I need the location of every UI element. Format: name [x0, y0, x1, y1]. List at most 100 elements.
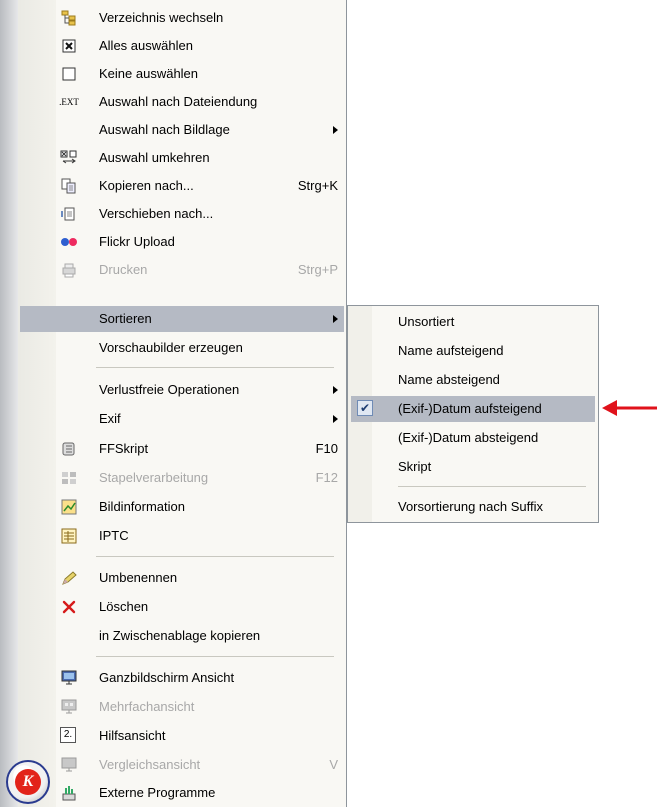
checkmark-icon: ✔ [357, 400, 373, 416]
menu-item-kopieren-nach[interactable]: Kopieren nach... Strg+K [20, 173, 344, 199]
submenu-item-unsortiert[interactable]: Unsortiert [351, 309, 595, 335]
menu-item-label: IPTC [99, 528, 129, 543]
menu-item-stapelverarbeitung[interactable]: Stapelverarbeitung F12 [20, 465, 344, 491]
external-programs-icon [60, 784, 78, 802]
menu-item-label: Vorschaubilder erzeugen [99, 340, 243, 355]
script-icon [60, 440, 78, 458]
submenu-item-name-aufsteigend[interactable]: Name aufsteigend [351, 338, 595, 364]
menu-item-alles-auswaehlen[interactable]: Alles auswählen [20, 33, 344, 59]
shortcut-label: Strg+K [297, 178, 338, 193]
menu-item-in-zwischenablage-kopieren[interactable]: in Zwischenablage kopieren [20, 623, 344, 649]
shortcut-label: F10 [315, 441, 338, 456]
helper-view-icon: 2. [60, 727, 76, 743]
menu-item-sortieren[interactable]: Sortieren [20, 306, 344, 332]
menu-item-label: Mehrfachansicht [99, 699, 195, 714]
menu-item-vergleichsansicht[interactable]: Vergleichsansicht V [20, 752, 344, 778]
menu-item-label: Flickr Upload [99, 234, 175, 249]
sort-submenu: Unsortiert Name aufsteigend Name absteig… [347, 305, 599, 523]
menu-item-auswahl-nach-dateiendung[interactable]: .EXT Auswahl nach Dateiendung [20, 89, 344, 115]
menu-item-keine-auswaehlen[interactable]: Keine auswählen [20, 61, 344, 87]
menu-separator [96, 556, 334, 557]
delete-x-icon [60, 598, 78, 616]
iptc-icon [60, 527, 78, 545]
menu-item-label: Auswahl umkehren [99, 150, 210, 165]
menu-item-auswahl-nach-bildlage[interactable]: Auswahl nach Bildlage [20, 117, 344, 143]
copy-to-icon [60, 177, 78, 195]
submenu-item-label: Name absteigend [398, 372, 500, 387]
move-to-icon [60, 205, 78, 223]
menu-item-label: Auswahl nach Dateiendung [99, 94, 258, 109]
flickr-icon [60, 233, 78, 251]
submenu-arrow-icon [333, 315, 338, 323]
menu-item-label: Alles auswählen [99, 38, 193, 53]
select-none-icon [60, 65, 78, 83]
menu-item-iptc[interactable]: IPTC [20, 523, 344, 549]
menu-item-umbenennen[interactable]: Umbenennen [20, 565, 344, 591]
app-logo: K [6, 760, 50, 804]
compare-view-icon [60, 756, 78, 774]
menu-item-vorschaubilder-erzeugen[interactable]: Vorschaubilder erzeugen [20, 335, 344, 361]
menu-item-auswahl-umkehren[interactable]: Auswahl umkehren [20, 145, 344, 171]
select-all-icon [60, 37, 78, 55]
submenu-item-label: Skript [398, 459, 432, 474]
submenu-separator [398, 486, 586, 487]
menu-item-label: Verschieben nach... [99, 206, 214, 221]
shortcut-label: Strg+P [297, 262, 338, 277]
fullscreen-monitor-icon [60, 669, 78, 687]
menu-item-hilfsansicht[interactable]: 2. Hilfsansicht [20, 723, 344, 749]
menu-item-externe-programme[interactable]: Externe Programme [20, 780, 344, 806]
logo-letter: K [15, 769, 41, 795]
menu-item-label: Vergleichsansicht [99, 757, 201, 772]
menu-item-flickr-upload[interactable]: Flickr Upload [20, 229, 344, 255]
menu-item-label: Hilfsansicht [99, 728, 166, 743]
shortcut-label: V [329, 757, 338, 772]
submenu-item-label: Vorsortierung nach Suffix [398, 499, 544, 514]
batch-icon [60, 469, 78, 487]
menu-item-label: Kopieren nach... [99, 178, 194, 193]
menu-item-verschieben-nach[interactable]: Verschieben nach... [20, 201, 344, 227]
menu-item-label: Auswahl nach Bildlage [99, 122, 230, 137]
menu-item-label: Verzeichnis wechseln [99, 10, 224, 25]
rename-pencil-icon [60, 569, 78, 587]
menu-item-label: Ganzbildschirm Ansicht [99, 670, 235, 685]
submenu-item-label: (Exif-)Datum absteigend [398, 430, 539, 445]
submenu-item-name-absteigend[interactable]: Name absteigend [351, 367, 595, 393]
menu-item-ffskript[interactable]: FFSkript F10 [20, 436, 344, 462]
folder-tree-icon [60, 9, 78, 27]
menu-item-label: Sortieren [99, 311, 152, 326]
menu-item-ganzbildschirm-ansicht[interactable]: Ganzbildschirm Ansicht [20, 665, 344, 691]
menu-item-label: Keine auswählen [99, 66, 199, 81]
menu-item-drucken[interactable]: Drucken Strg+P [20, 257, 344, 283]
menu-item-label: Verlustfreie Operationen [99, 382, 240, 397]
submenu-item-label: Unsortiert [398, 314, 455, 329]
menu-item-exif[interactable]: Exif [20, 406, 344, 432]
multi-view-icon [60, 698, 78, 716]
menu-item-mehrfachansicht[interactable]: Mehrfachansicht [20, 694, 344, 720]
menu-item-label: Löschen [99, 599, 149, 614]
image-info-icon [60, 498, 78, 516]
submenu-arrow-icon [333, 126, 338, 134]
printer-icon [60, 261, 78, 279]
menu-item-loeschen[interactable]: Löschen [20, 594, 344, 620]
context-menu: Verzeichnis wechseln Alles auswählen Kei… [18, 0, 347, 807]
menu-item-label: in Zwischenablage kopieren [99, 628, 261, 643]
file-extension-icon: .EXT [59, 96, 79, 107]
submenu-item-vorsortierung-nach-suffix[interactable]: Vorsortierung nach Suffix [351, 494, 595, 520]
submenu-item-skript[interactable]: Skript [351, 454, 595, 480]
menu-item-verzeichnis-wechseln[interactable]: Verzeichnis wechseln [20, 5, 344, 31]
menu-item-verlustfreie-operationen[interactable]: Verlustfreie Operationen [20, 377, 344, 403]
invert-selection-icon [60, 149, 78, 167]
shortcut-label: F12 [315, 470, 338, 485]
menu-separator [96, 656, 334, 657]
menu-item-label: Exif [99, 411, 121, 426]
annotation-arrow-icon [602, 400, 657, 416]
submenu-item-exif-datum-aufsteigend[interactable]: ✔ (Exif-)Datum aufsteigend [351, 396, 595, 422]
menu-item-bildinformation[interactable]: Bildinformation [20, 494, 344, 520]
menu-item-label: Umbenennen [99, 570, 178, 585]
submenu-item-exif-datum-absteigend[interactable]: (Exif-)Datum absteigend [351, 425, 595, 451]
menu-item-label: Drucken [99, 262, 148, 277]
submenu-item-label: Name aufsteigend [398, 343, 504, 358]
menu-separator [96, 367, 334, 368]
menu-item-label: Stapelverarbeitung [99, 470, 209, 485]
submenu-arrow-icon [333, 415, 338, 423]
